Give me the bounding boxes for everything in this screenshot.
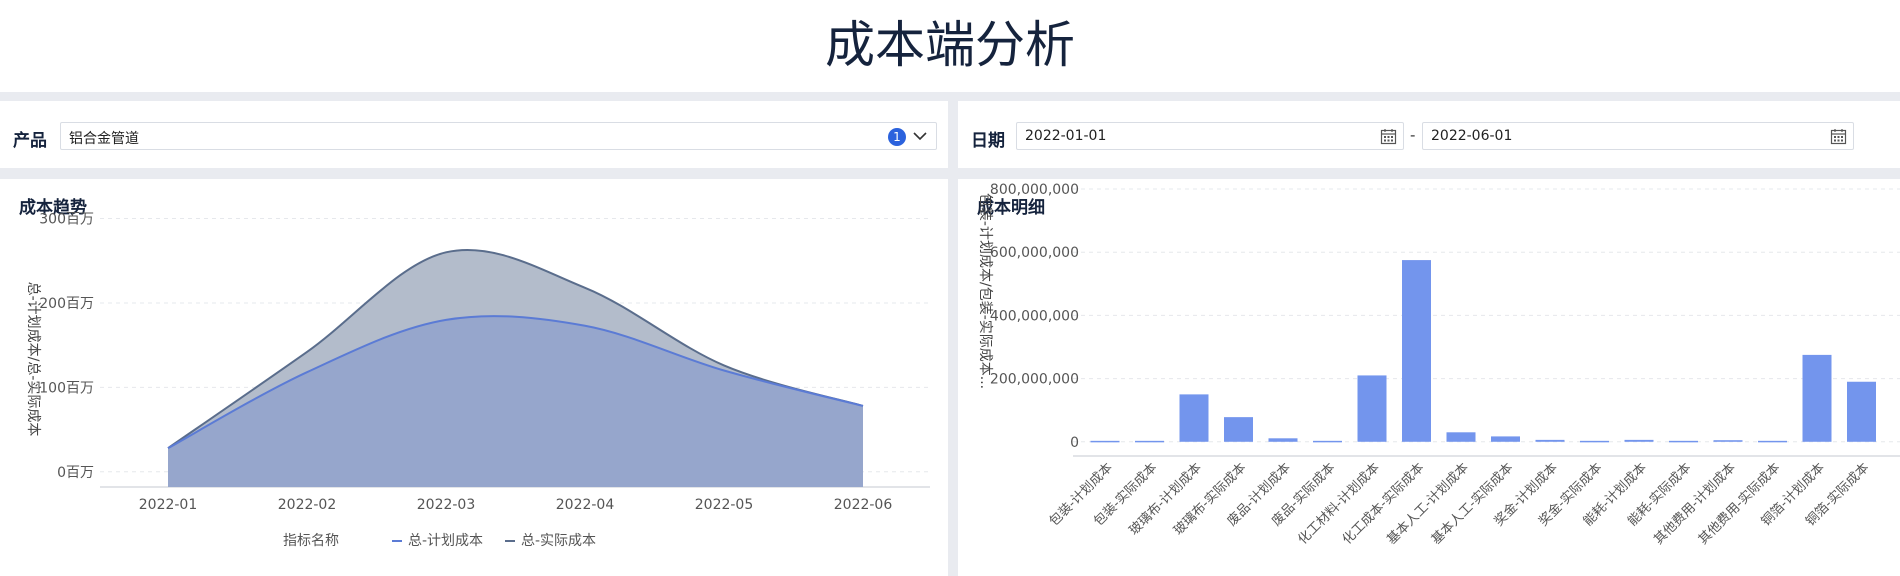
- detail-bar: [1179, 394, 1209, 442]
- cost-detail-panel: 成本明细 包装-计划成本/包装-实际成本... 0 200,000,000 400,…: [958, 179, 1900, 576]
- trend-area-plan: [168, 316, 863, 487]
- detail-bar: [1090, 440, 1120, 443]
- cost-trend-chart: 总-计划成本/总-实际成本 指标名称 总-计划成本 总-实际成本 0百万100百…: [25, 212, 930, 549]
- cost-trend-panel: 成本趋势 总-计划成本/总-实际成本 指标名称 总-计划成本 总-实际成本 0百…: [0, 179, 948, 576]
- detail-bar: [1758, 440, 1787, 443]
- detail-y-tick-label: 600,000,000: [990, 245, 1079, 261]
- date-range-separator: -: [1410, 126, 1416, 144]
- detail-bar: [1135, 440, 1164, 443]
- legend-item-actual[interactable]: 总-实际成本: [521, 533, 596, 549]
- detail-x-tick-label: 化工材料-计划成本: [1295, 460, 1382, 547]
- trend-y-tick-label: 0百万: [57, 465, 94, 481]
- trend-x-tick-label: 2022-04: [556, 497, 615, 513]
- product-label: 产品: [13, 131, 47, 151]
- end-date-input[interactable]: 2022-06-01: [1422, 122, 1854, 150]
- detail-y-tick-label: 200,000,000: [990, 372, 1079, 388]
- detail-x-tick-label: 基本人工-计划成本: [1384, 460, 1471, 547]
- detail-bar: [1268, 438, 1298, 442]
- trend-x-tick-label: 2022-05: [695, 497, 754, 513]
- page-title: 成本端分析: [825, 16, 1075, 74]
- detail-x-tick-label: 其他费用-计划成本: [1651, 460, 1738, 547]
- detail-y-axis-label: 包装-计划成本/包装-实际成本...: [977, 193, 993, 389]
- trend-x-tick-label: 2022-01: [139, 497, 198, 513]
- trend-y-tick-label: 100百万: [39, 380, 94, 396]
- trend-x-tick-label: 2022-06: [834, 497, 893, 513]
- detail-bar: [1491, 436, 1520, 442]
- product-value: 铝合金管道: [69, 131, 139, 147]
- end-date-value: 2022-06-01: [1431, 128, 1513, 144]
- product-filter-panel: 产品 铝合金管道 1: [0, 101, 948, 168]
- calendar-icon[interactable]: [1830, 128, 1847, 145]
- trend-y-tick-label: 200百万: [39, 296, 94, 312]
- detail-y-tick-label: 0: [1070, 435, 1079, 451]
- detail-bar: [1847, 381, 1876, 442]
- detail-y-tick-label: 800,000,000: [990, 182, 1079, 198]
- trend-x-tick-label: 2022-03: [417, 497, 476, 513]
- detail-x-tick-label: 其他费用-实际成本: [1696, 460, 1783, 547]
- detail-bar: [1402, 260, 1431, 442]
- trend-y-tick-label: 300百万: [39, 212, 94, 228]
- product-select[interactable]: 铝合金管道 1: [60, 122, 937, 150]
- header-panel: 成本端分析: [0, 0, 1900, 92]
- detail-bar: [1446, 432, 1476, 442]
- detail-bar: [1713, 440, 1743, 442]
- date-filter-panel: 日期 2022-01-01 - 2022-06-01: [958, 101, 1900, 168]
- detail-bar: [1624, 439, 1654, 442]
- start-date-value: 2022-01-01: [1025, 128, 1107, 144]
- date-label: 日期: [971, 131, 1005, 151]
- calendar-icon[interactable]: [1380, 128, 1397, 145]
- trend-x-tick-label: 2022-02: [278, 497, 337, 513]
- detail-bar: [1802, 354, 1832, 442]
- detail-x-tick-label: 基本人工-实际成本: [1429, 460, 1516, 547]
- detail-bar: [1669, 440, 1698, 443]
- selected-count-badge: 1: [888, 128, 906, 146]
- start-date-input[interactable]: 2022-01-01: [1016, 122, 1404, 150]
- detail-y-tick-label: 400,000,000: [990, 308, 1079, 324]
- chevron-down-icon[interactable]: [912, 129, 928, 143]
- detail-bar: [1357, 375, 1387, 442]
- detail-bar: [1535, 439, 1565, 442]
- detail-x-tick-label: 化工成本-实际成本: [1340, 460, 1427, 547]
- detail-bar: [1313, 440, 1342, 443]
- cost-detail-chart: 包装-计划成本/包装-实际成本... 0 200,000,000 400,000,0…: [977, 182, 1900, 548]
- detail-bar: [1580, 440, 1609, 443]
- detail-bar: [1224, 417, 1253, 442]
- trend-legend-title: 指标名称: [283, 533, 339, 549]
- legend-item-plan[interactable]: 总-计划成本: [408, 533, 483, 549]
